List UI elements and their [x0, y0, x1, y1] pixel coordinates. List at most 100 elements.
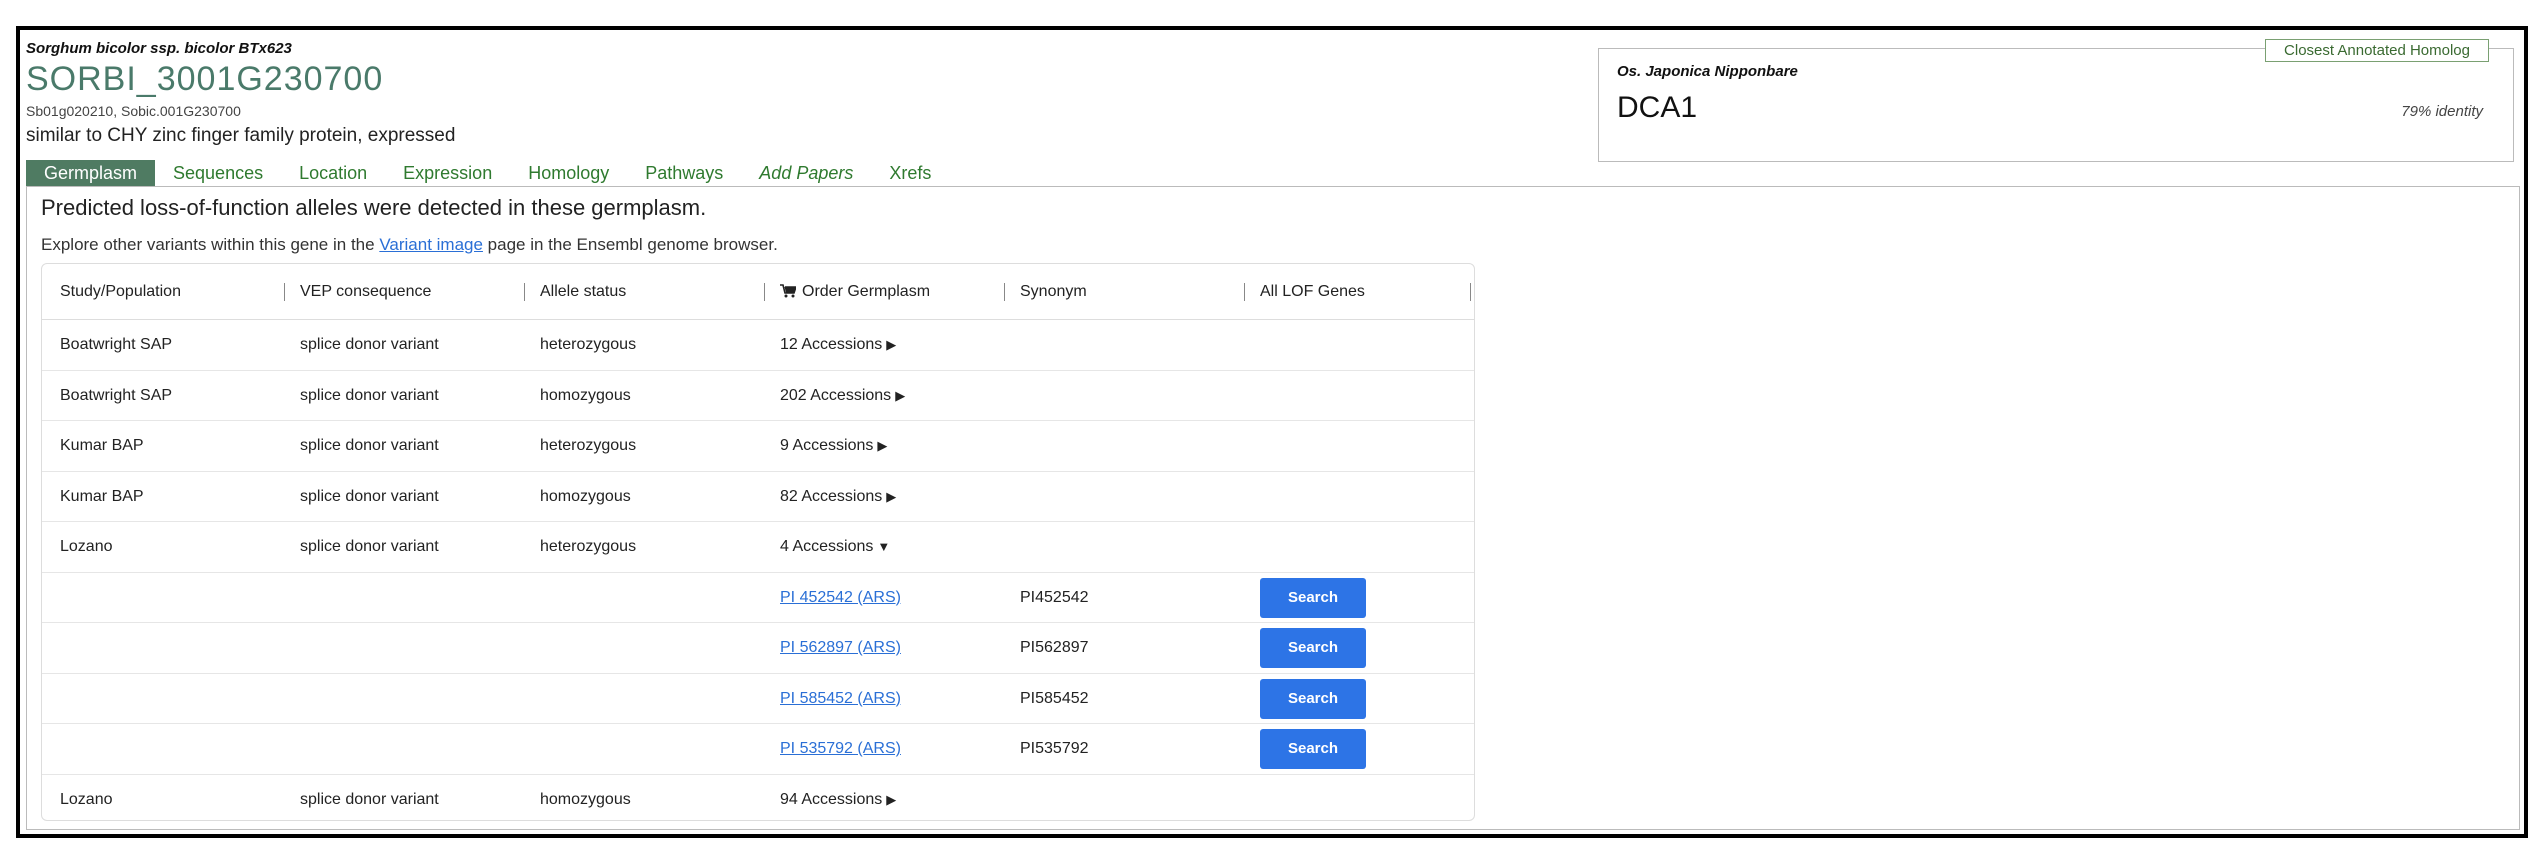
- cell-allele: heterozygous: [540, 437, 637, 454]
- cell-allele: heterozygous: [540, 538, 637, 555]
- header-allele[interactable]: Allele status: [540, 264, 626, 320]
- column-separator: [524, 283, 525, 301]
- accessions-toggle[interactable]: 12 Accessions ▶: [780, 320, 896, 370]
- accession-synonym: PI585452: [1020, 689, 1089, 707]
- accessions-toggle[interactable]: 9 Accessions ▶: [780, 421, 887, 471]
- homolog-identity: 79% identity: [2401, 103, 2483, 120]
- gene-description: similar to CHY zinc finger family protei…: [26, 125, 456, 146]
- table-row: Lozano splice donor variant heterozygous…: [42, 522, 1474, 573]
- accessions-count: 94 Accessions: [780, 790, 883, 808]
- gene-id: SORBI_3001G230700: [26, 60, 384, 98]
- homolog-gene[interactable]: DCA1: [1617, 91, 1697, 125]
- cell-study: Boatwright SAP: [60, 336, 173, 353]
- tab-xrefs[interactable]: Xrefs: [871, 160, 949, 186]
- tab-location[interactable]: Location: [281, 160, 385, 186]
- tab-expression[interactable]: Expression: [385, 160, 510, 186]
- table-row: Boatwright SAP splice donor variant homo…: [42, 371, 1474, 421]
- accession-synonym: PI535792: [1020, 740, 1089, 757]
- cell-study: Lozano: [60, 538, 113, 555]
- header-order[interactable]: Order Germplasm: [780, 264, 930, 320]
- gene-page-frame: Sorghum bicolor ssp. bicolor BTx623 SORB…: [16, 26, 2528, 838]
- expand-arrow-icon: ▶: [886, 337, 897, 352]
- gene-synonyms: Sb01g020210, Sobic.001G230700: [26, 103, 241, 119]
- header-vep[interactable]: VEP consequence: [300, 264, 431, 320]
- accessions-toggle[interactable]: 82 Accessions ▶: [780, 472, 896, 522]
- table-row: Kumar BAP splice donor variant homozygou…: [42, 472, 1474, 522]
- accessions-toggle[interactable]: 94 Accessions ▶: [780, 775, 896, 825]
- accession-link[interactable]: PI 452542 (ARS): [780, 573, 901, 623]
- search-button[interactable]: Search: [1260, 729, 1366, 769]
- expand-arrow-icon: ▶: [877, 438, 888, 453]
- column-separator: [284, 283, 285, 301]
- column-separator: [764, 283, 765, 301]
- panel-lead-text: Predicted loss-of-function alleles were …: [41, 195, 707, 220]
- cell-study: Kumar BAP: [60, 487, 144, 505]
- cell-study: Kumar BAP: [60, 437, 144, 454]
- accession-link[interactable]: PI 535792 (ARS): [780, 724, 901, 774]
- header-synonym[interactable]: Synonym: [1020, 264, 1087, 320]
- accession-row: PI 562897 (ARS) PI562897 Search: [42, 623, 1474, 674]
- table-header: Study/Population VEP consequence Allele …: [42, 264, 1474, 320]
- expand-arrow-icon: ▶: [886, 488, 897, 504]
- accession-row: PI 535792 (ARS) PI535792 Search: [42, 724, 1474, 775]
- gene-header: Sorghum bicolor ssp. bicolor BTx623 SORB…: [26, 40, 455, 147]
- accession-row: PI 585452 (ARS) PI585452 Search: [42, 674, 1474, 724]
- accession-row: PI 452542 (ARS) PI452542 Search: [42, 573, 1474, 623]
- accession-link[interactable]: PI 585452 (ARS): [780, 674, 901, 724]
- cell-vep: splice donor variant: [300, 538, 439, 555]
- accession-synonym: PI562897: [1020, 639, 1089, 656]
- tab-germplasm[interactable]: Germplasm: [26, 160, 156, 186]
- germplasm-table: Study/Population VEP consequence Allele …: [41, 263, 1475, 821]
- cell-study: Lozano: [60, 790, 113, 808]
- accessions-count: 9 Accessions: [780, 437, 874, 454]
- tab-homology[interactable]: Homology: [510, 160, 627, 186]
- gene-tabs: Germplasm Sequences Location Expression …: [26, 160, 949, 186]
- accessions-count: 4 Accessions: [780, 538, 874, 555]
- table-row: Boatwright SAP splice donor variant hete…: [42, 320, 1474, 371]
- accession-link[interactable]: PI 562897 (ARS): [780, 623, 901, 673]
- cart-icon: [780, 284, 796, 298]
- column-separator: [1470, 283, 1471, 301]
- cell-vep: splice donor variant: [300, 790, 439, 808]
- explore-prefix: Explore other variants within this gene …: [41, 235, 380, 254]
- explore-suffix: page in the Ensembl genome browser.: [482, 235, 778, 254]
- cell-vep: splice donor variant: [300, 386, 439, 404]
- header-order-label: Order Germplasm: [802, 283, 931, 300]
- header-lof-genes[interactable]: All LOF Genes: [1260, 264, 1365, 320]
- homolog-species: Os. Japonica Nipponbare: [1617, 63, 1798, 80]
- variant-image-link[interactable]: Variant image: [379, 235, 483, 254]
- tab-sequences[interactable]: Sequences: [155, 160, 281, 186]
- explore-variants-text: Explore other variants within this gene …: [41, 235, 778, 255]
- table-row: Kumar BAP splice donor variant heterozyg…: [42, 421, 1474, 472]
- gene-species: Sorghum bicolor ssp. bicolor BTx623: [26, 40, 292, 57]
- collapse-arrow-icon: ▼: [877, 539, 891, 554]
- search-button[interactable]: Search: [1260, 678, 1366, 719]
- table-row: Lozano splice donor variant homozygous 9…: [42, 775, 1474, 826]
- closest-homolog-tag: Closest Annotated Homolog: [2265, 39, 2489, 62]
- search-button[interactable]: Search: [1260, 577, 1366, 618]
- tab-add-papers[interactable]: Add Papers: [741, 160, 871, 186]
- cell-allele: homozygous: [540, 790, 631, 808]
- cell-study: Boatwright SAP: [60, 386, 173, 404]
- cell-vep: splice donor variant: [300, 336, 439, 353]
- germplasm-panel: Predicted loss-of-function alleles were …: [26, 186, 2520, 830]
- cell-vep: splice donor variant: [300, 437, 439, 454]
- cell-vep: splice donor variant: [300, 487, 439, 505]
- column-separator: [1004, 283, 1005, 301]
- accessions-count: 202 Accessions: [780, 386, 892, 404]
- search-button[interactable]: Search: [1260, 628, 1366, 668]
- closest-homolog-box: Closest Annotated Homolog Os. Japonica N…: [1598, 39, 2514, 162]
- accession-synonym: PI452542: [1020, 588, 1089, 606]
- accessions-count: 12 Accessions: [780, 336, 883, 353]
- tab-pathways[interactable]: Pathways: [627, 160, 741, 186]
- cell-allele: heterozygous: [540, 336, 637, 353]
- column-separator: [1244, 283, 1245, 301]
- accessions-toggle[interactable]: 202 Accessions ▶: [780, 371, 905, 421]
- header-study[interactable]: Study/Population: [60, 264, 181, 320]
- expand-arrow-icon: ▶: [886, 791, 897, 807]
- cell-allele: homozygous: [540, 487, 631, 505]
- cell-allele: homozygous: [540, 386, 631, 404]
- expand-arrow-icon: ▶: [895, 387, 906, 403]
- accessions-toggle[interactable]: 4 Accessions ▼: [780, 522, 890, 572]
- accessions-count: 82 Accessions: [780, 487, 883, 505]
